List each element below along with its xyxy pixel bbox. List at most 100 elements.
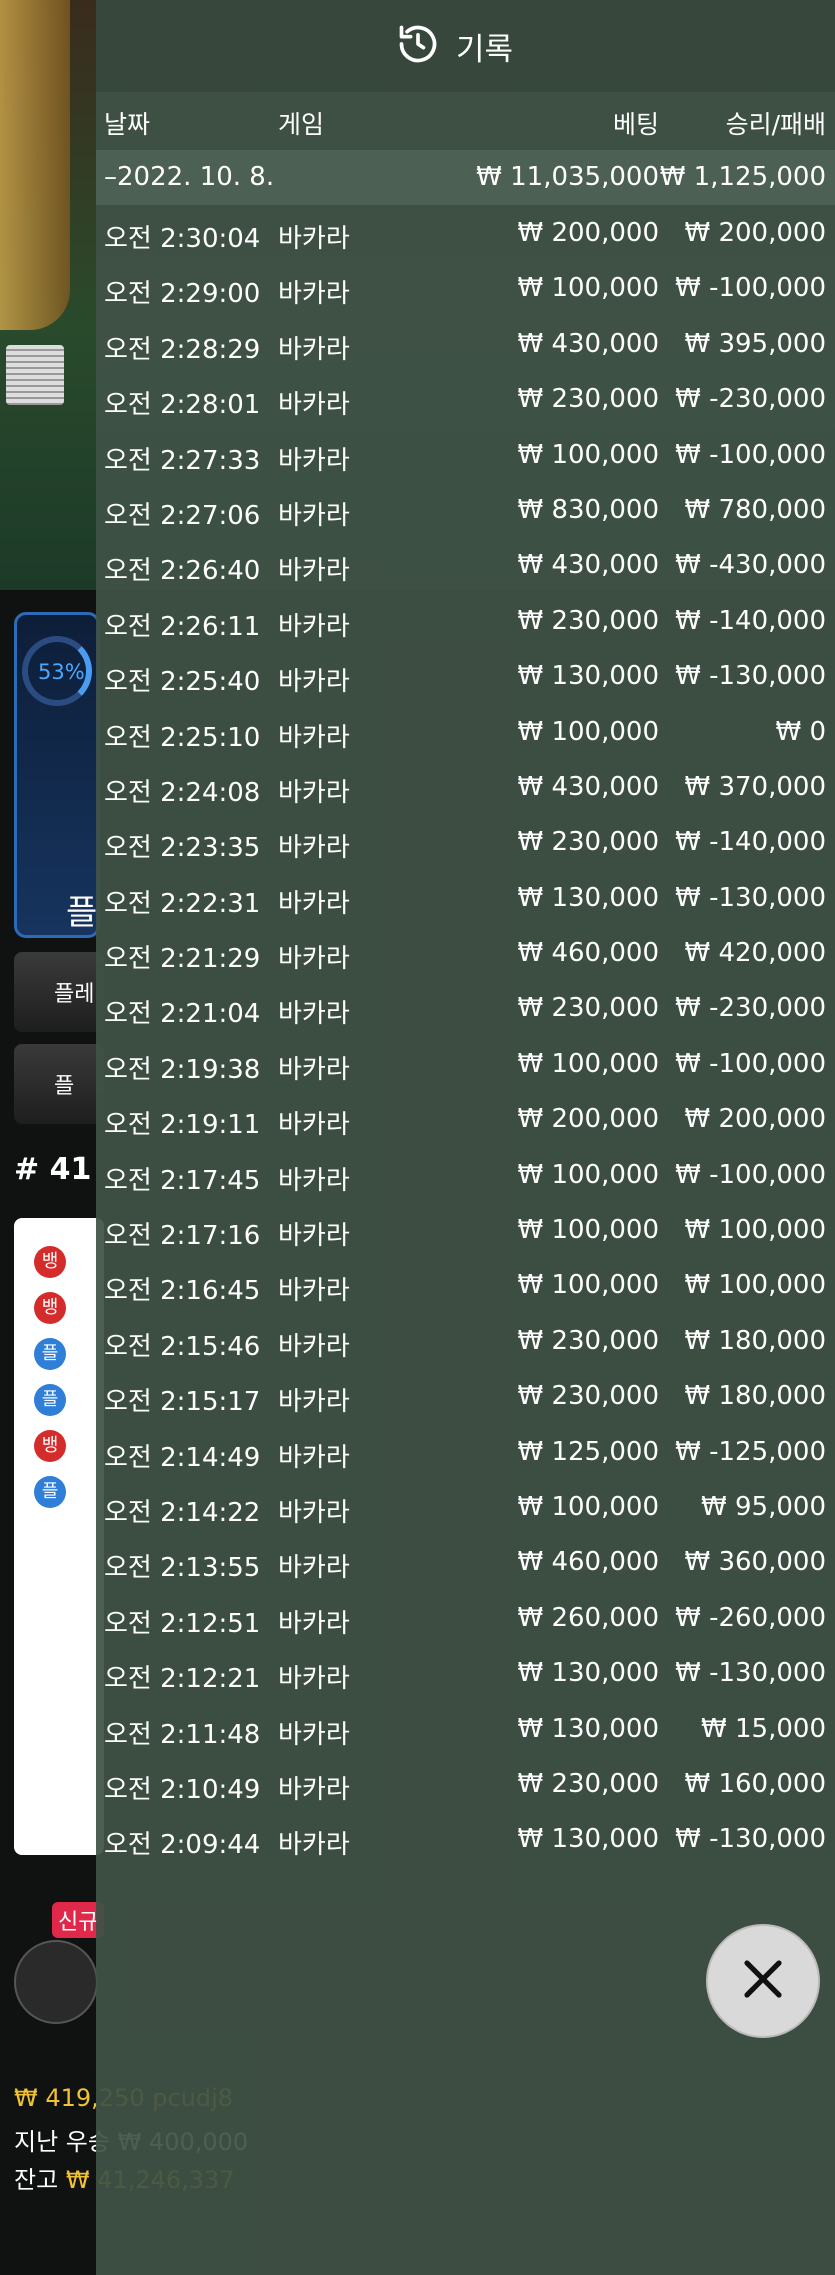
row-bet: ₩ 200,000 (517, 1104, 660, 1135)
row-result: ₩ -130,000 (675, 1658, 826, 1689)
history-row[interactable]: 오전 2:19:11 바카라 ₩ 200,000 ₩ 200,000 (96, 1094, 835, 1149)
row-time: 오전 2:28:01 (104, 390, 261, 421)
history-row[interactable]: 오전 2:17:45 바카라 ₩ 100,000 ₩ -100,000 (96, 1150, 835, 1205)
history-row[interactable]: 오전 2:25:10 바카라 ₩ 100,000 ₩ 0 (96, 707, 835, 762)
bead-road-dot: 플 (34, 1476, 66, 1508)
history-row[interactable]: 오전 2:27:06 바카라 ₩ 830,000 ₩ 780,000 (96, 485, 835, 540)
date-summary-row[interactable]: –2022. 10. 8. ₩ 11,035,000 ₩ 1,125,000 (96, 150, 835, 205)
history-row[interactable]: 오전 2:25:40 바카라 ₩ 130,000 ₩ -130,000 (96, 651, 835, 706)
card-shoe (6, 345, 64, 405)
history-row[interactable]: 오전 2:15:17 바카라 ₩ 230,000 ₩ 180,000 (96, 1371, 835, 1426)
history-row[interactable]: 오전 2:28:01 바카라 ₩ 230,000 ₩ -230,000 (96, 374, 835, 429)
row-time: 오전 2:27:33 (104, 445, 261, 476)
row-bet: ₩ 230,000 (517, 993, 660, 1024)
row-game: 바카라 (278, 445, 350, 476)
row-bet: ₩ 230,000 (517, 384, 660, 415)
row-time: 오전 2:19:11 (104, 1110, 261, 1141)
row-game: 바카라 (278, 1664, 350, 1695)
row-bet: ₩ 100,000 (517, 1215, 660, 1246)
row-game: 바카라 (278, 722, 350, 753)
row-time: 오전 2:10:49 (104, 1774, 261, 1805)
row-result: ₩ -260,000 (675, 1602, 826, 1633)
row-bet: ₩ 430,000 (517, 328, 660, 359)
history-row[interactable]: 오전 2:26:11 바카라 ₩ 230,000 ₩ -140,000 (96, 596, 835, 651)
row-result: ₩ 420,000 (684, 938, 827, 969)
row-time: 오전 2:17:16 (104, 1221, 261, 1252)
row-result: ₩ 200,000 (684, 218, 827, 248)
row-result: ₩ 200,000 (684, 1104, 827, 1135)
row-game: 바카라 (278, 1165, 350, 1196)
row-time: 오전 2:26:40 (104, 556, 261, 587)
row-game: 바카라 (278, 1054, 350, 1085)
close-button[interactable] (706, 1924, 820, 2038)
history-row[interactable]: 오전 2:14:22 바카라 ₩ 100,000 ₩ 95,000 (96, 1482, 835, 1537)
history-row[interactable]: 오전 2:30:04 바카라 ₩ 200,000 ₩ 200,000 (96, 208, 835, 263)
close-icon (739, 1955, 787, 2007)
row-game: 바카라 (278, 1221, 350, 1252)
row-game: 바카라 (278, 1331, 350, 1362)
player-bonus-button[interactable]: 플 (14, 1044, 104, 1124)
row-game: 바카라 (278, 999, 350, 1030)
history-row[interactable]: 오전 2:09:44 바카라 ₩ 130,000 ₩ -130,000 (96, 1814, 835, 1869)
row-bet: ₩ 100,000 (517, 716, 660, 747)
history-row[interactable]: 오전 2:24:08 바카라 ₩ 430,000 ₩ 370,000 (96, 762, 835, 817)
bead-road-dot: 뱅 (34, 1246, 66, 1278)
row-result: ₩ 100,000 (684, 1270, 827, 1301)
row-bet: ₩ 830,000 (517, 494, 660, 525)
history-row[interactable]: 오전 2:19:38 바카라 ₩ 100,000 ₩ -100,000 (96, 1039, 835, 1094)
col-bet: 베팅 (612, 110, 659, 139)
history-row[interactable]: 오전 2:21:29 바카라 ₩ 460,000 ₩ 420,000 (96, 928, 835, 983)
history-row[interactable]: 오전 2:22:31 바카라 ₩ 130,000 ₩ -130,000 (96, 873, 835, 928)
history-row[interactable]: 오전 2:21:04 바카라 ₩ 230,000 ₩ -230,000 (96, 983, 835, 1038)
row-time: 오전 2:27:06 (104, 500, 261, 531)
row-game: 바카라 (278, 1387, 350, 1418)
row-bet: ₩ 100,000 (517, 1491, 660, 1522)
row-time: 오전 2:09:44 (104, 1830, 261, 1861)
history-row[interactable]: 오전 2:15:46 바카라 ₩ 230,000 ₩ 180,000 (96, 1316, 835, 1371)
row-result: ₩ -140,000 (675, 605, 826, 636)
history-row[interactable]: 오전 2:14:49 바카라 ₩ 125,000 ₩ -125,000 (96, 1427, 835, 1482)
row-time: 오전 2:25:40 (104, 667, 261, 698)
history-row[interactable]: 오전 2:12:51 바카라 ₩ 260,000 ₩ -260,000 (96, 1593, 835, 1648)
row-bet: ₩ 100,000 (517, 1159, 660, 1190)
row-time: 오전 2:16:45 (104, 1276, 261, 1307)
row-result: ₩ 15,000 (701, 1713, 826, 1744)
row-result: ₩ -230,000 (675, 993, 826, 1024)
history-row[interactable]: 오전 2:11:48 바카라 ₩ 130,000 ₩ 15,000 (96, 1704, 835, 1759)
row-time: 오전 2:24:08 (104, 777, 261, 808)
row-time: 오전 2:12:21 (104, 1664, 261, 1695)
row-result: ₩ -130,000 (675, 661, 826, 692)
row-game: 바카라 (278, 1110, 350, 1141)
row-result: ₩ 0 (775, 716, 826, 747)
history-row[interactable]: 오전 2:13:55 바카라 ₩ 460,000 ₩ 360,000 (96, 1537, 835, 1592)
history-row[interactable]: 오전 2:10:49 바카라 ₩ 230,000 ₩ 160,000 (96, 1759, 835, 1814)
history-row[interactable]: 오전 2:17:16 바카라 ₩ 100,000 ₩ 100,000 (96, 1205, 835, 1260)
row-game: 바카라 (278, 224, 350, 254)
row-bet: ₩ 100,000 (517, 1270, 660, 1301)
row-result: ₩ -230,000 (675, 384, 826, 415)
history-row[interactable]: 오전 2:16:45 바카라 ₩ 100,000 ₩ 100,000 (96, 1260, 835, 1315)
history-row[interactable]: 오전 2:23:35 바카라 ₩ 230,000 ₩ -140,000 (96, 817, 835, 872)
row-game: 바카라 (278, 833, 350, 864)
row-game: 바카라 (278, 1497, 350, 1528)
history-row[interactable]: 오전 2:28:29 바카라 ₩ 430,000 ₩ 395,000 (96, 319, 835, 374)
progress-percent: 53% (38, 660, 85, 684)
row-result: ₩ -125,000 (675, 1436, 826, 1467)
row-bet: ₩ 130,000 (517, 882, 660, 913)
row-result: ₩ 180,000 (684, 1381, 827, 1412)
row-bet: ₩ 430,000 (517, 550, 660, 581)
player-bonus-label: 플 (54, 1074, 75, 1099)
bead-road-dot: 뱅 (34, 1292, 66, 1324)
row-result: ₩ -100,000 (675, 1048, 826, 1079)
col-game: 게임 (278, 110, 325, 139)
history-row[interactable]: 오전 2:29:00 바카라 ₩ 100,000 ₩ -100,000 (96, 263, 835, 318)
history-row[interactable]: 오전 2:26:40 바카라 ₩ 430,000 ₩ -430,000 (96, 540, 835, 595)
row-game: 바카라 (278, 500, 350, 531)
history-panel: 기록 날짜 게임 베팅 승리/패배 –2022. 10. 8. ₩ 11,035… (96, 0, 835, 2275)
chip-selector-icon[interactable] (14, 1940, 98, 2024)
player-pair-button[interactable]: 플레 (14, 952, 104, 1032)
history-row[interactable]: 오전 2:27:33 바카라 ₩ 100,000 ₩ -100,000 (96, 430, 835, 485)
row-bet: ₩ 230,000 (517, 1325, 660, 1356)
history-row[interactable]: 오전 2:12:21 바카라 ₩ 130,000 ₩ -130,000 (96, 1648, 835, 1703)
row-result: ₩ 370,000 (684, 771, 827, 802)
